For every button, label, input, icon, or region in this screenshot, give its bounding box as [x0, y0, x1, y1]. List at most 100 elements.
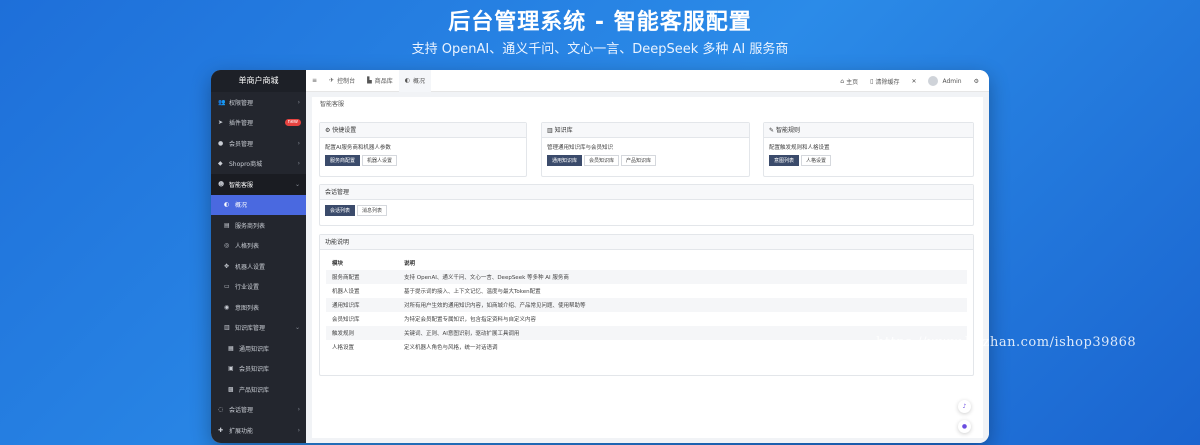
table-cell: 支持 OpenAI、通义千问、文心一言、DeepSeek 等多种 AI 服务商: [398, 270, 967, 284]
tab-label: 控制台: [337, 78, 356, 85]
table-row: 通用知识库 对所有用户生效的通用知识内容，如商城介绍、产品常见问题、使用帮助等: [326, 298, 967, 312]
persona-settings-button[interactable]: 人格设置: [801, 155, 832, 166]
sidebar-item-general-kb[interactable]: ▦ 通用知识库: [211, 338, 306, 359]
sidebar-item-smart-service[interactable]: ☻ 智能客服 ⌄: [211, 174, 306, 195]
tab-overview[interactable]: ◐ 概况: [398, 70, 431, 92]
chevron-down-icon: ⌄: [294, 180, 300, 188]
fullscreen-icon[interactable]: ✕: [905, 70, 922, 92]
message-list-button[interactable]: 消息列表: [357, 205, 388, 216]
table-cell: 基于提示词的接入、上下文记忆、温度与最大Token配置: [404, 289, 541, 295]
provider-config-button[interactable]: 服务商配置: [325, 155, 361, 166]
book-icon: ▥: [224, 324, 230, 332]
tag-icon: ▭: [224, 283, 230, 291]
sidebar-item-extensions[interactable]: ✚ 扩展功能 ›: [211, 420, 306, 441]
sidebar-item-overview[interactable]: ◐ 概况: [211, 194, 306, 215]
user-name: Admin: [942, 77, 962, 85]
topbar-right: ⌂ 主页 ▯ 清除缓存 ✕ Admin ⚙: [834, 70, 985, 92]
sidebar-item-sessions[interactable]: ◌ 会话管理 ›: [211, 400, 306, 421]
tab-products[interactable]: ▙ 商品库: [361, 70, 399, 92]
watermark: https://www.huzhan.com/ishop39868: [876, 335, 1137, 350]
list-icon: ▤: [224, 221, 230, 229]
column-header: 模块: [332, 261, 344, 267]
card-description: 管理通用知识库与会员知识: [547, 145, 614, 151]
session-list-button[interactable]: 会话列表: [325, 205, 356, 216]
puzzle-icon: ✚: [218, 426, 224, 434]
sidebar-item-label: 机器人设置: [235, 263, 266, 271]
sidebar-item-label: 会员管理: [229, 140, 254, 148]
sidebar-item-personas[interactable]: ◎ 人格列表: [211, 236, 306, 257]
card-title: 知识库: [554, 127, 573, 134]
home-link[interactable]: ⌂ 主页: [834, 70, 864, 92]
card-header: ✎ 智能规则: [764, 123, 973, 138]
sidebar-item-label: 概况: [235, 202, 248, 210]
tab-console[interactable]: ✈ 控制台: [323, 70, 361, 92]
sidebar-item-label: 智能客服: [229, 181, 254, 189]
member-kb-button[interactable]: 会员知识库: [584, 155, 620, 166]
sidebar-item-product-kb[interactable]: ▩ 产品知识库: [211, 379, 306, 400]
trash-icon: ▯: [870, 77, 874, 85]
chat-icon: ◌: [218, 406, 224, 414]
table-header-row: 模块 说明: [326, 256, 967, 270]
shop-icon: ▙: [367, 77, 372, 84]
chevron-right-icon: ›: [297, 426, 300, 434]
sidebar-item-label: 扩展功能: [229, 427, 254, 435]
sidebar-item-label: 权限管理: [229, 99, 254, 107]
app-window: 单商户商城 👥 权限管理 › ➤ 插件管理 new ● 会员管理 › ◆ Sho…: [211, 70, 989, 443]
table-cell: 对所有用户生效的通用知识内容，如商城介绍、产品常见问题、使用帮助等: [398, 298, 967, 312]
sidebar-item-label: 会话管理: [229, 407, 254, 415]
knowledge-card: ▥ 知识库 管理通用知识库与会员知识 通用知识库 会员知识库 产品知识库: [541, 122, 750, 177]
sidebar-item-industry[interactable]: ▭ 行业设置: [211, 277, 306, 298]
sidebar-item-robot-settings[interactable]: ✥ 机器人设置: [211, 256, 306, 277]
card-header: 会话管理: [320, 185, 973, 200]
menu-toggle-icon[interactable]: ≡: [306, 70, 323, 92]
content-panel: ⚙ 快捷设置 配置AI服务商和机器人参数 服务商配置 机器人设置 ▥ 知识库 管…: [312, 108, 983, 438]
product-kb-button[interactable]: 产品知识库: [621, 155, 657, 166]
card-title: 快捷设置: [332, 127, 357, 134]
table-row: 机器人设置 基于提示词的接入、上下文记忆、温度与最大Token配置: [326, 284, 967, 298]
sidebar-item-plugins[interactable]: ➤ 插件管理 new: [211, 113, 306, 134]
table-cell: 为特定会员配置专属知识，包含指定资料与自定义内容: [404, 317, 537, 323]
book-icon: ▦: [228, 344, 234, 352]
sidebar-item-label: 插件管理: [229, 120, 254, 128]
card-description: 配置触发规则和人格设置: [769, 145, 830, 151]
card-title: 智能规则: [775, 127, 800, 134]
features-card: 功能说明 模块 说明 服务商配置 支持 OpenAI、通义千问、文心一言、Dee…: [319, 234, 974, 376]
intent-list-button[interactable]: 意图列表: [769, 155, 800, 166]
sidebar-item-label: 意图列表: [235, 304, 260, 312]
sidebar-item-label: 通用知识库: [239, 345, 270, 353]
table-cell: 人格设置: [332, 345, 355, 351]
sidebar-item-members[interactable]: ● 会员管理 ›: [211, 133, 306, 154]
sidebar-item-permissions[interactable]: 👥 权限管理 ›: [211, 92, 306, 113]
sidebar-item-label: 服务商列表: [235, 222, 266, 230]
rocket-icon: ➤: [218, 119, 224, 127]
sidebar-item-shopro[interactable]: ◆ Shopro商城 ›: [211, 154, 306, 175]
tab-label: 商品库: [374, 78, 393, 85]
sidebar-item-knowledge[interactable]: ▥ 知识库管理 ⌄: [211, 318, 306, 339]
chat-bubble-icon[interactable]: ●: [958, 420, 971, 433]
dashboard-icon: ◐: [404, 77, 410, 84]
table-row: 会员知识库 为特定会员配置专属知识，包含指定资料与自定义内容: [326, 312, 967, 326]
sidebar-item-intents[interactable]: ◉ 意图列表: [211, 297, 306, 318]
dashboard-icon: ◐: [224, 201, 230, 209]
sidebar-item-member-kb[interactable]: ▣ 会员知识库: [211, 359, 306, 380]
clear-cache-button[interactable]: ▯ 清除缓存: [864, 70, 905, 92]
user-menu[interactable]: Admin: [922, 70, 967, 92]
sidebar: 单商户商城 👥 权限管理 › ➤ 插件管理 new ● 会员管理 › ◆ Sho…: [211, 70, 306, 443]
sidebar-item-providers[interactable]: ▤ 服务商列表: [211, 215, 306, 236]
bell-icon[interactable]: ♪: [958, 400, 971, 413]
sidebar-item-label: 行业设置: [235, 284, 260, 292]
shop-icon: ◆: [218, 160, 223, 168]
card-header: ▥ 知识库: [542, 123, 749, 138]
table-cell: 机器人设置: [332, 289, 360, 295]
chevron-down-icon: ⌄: [294, 324, 300, 332]
robot-icon: ☻: [218, 180, 225, 188]
settings-icon[interactable]: ⚙: [968, 70, 985, 92]
table-cell: 触发规则: [326, 326, 398, 340]
robot-settings-button[interactable]: 机器人设置: [362, 155, 398, 166]
user-circle-icon: ◎: [224, 242, 230, 250]
grid-icon: ▩: [228, 385, 234, 393]
table-cell: 通用知识库: [326, 298, 398, 312]
hero-title: 后台管理系统 - 智能客服配置: [448, 10, 752, 35]
general-kb-button[interactable]: 通用知识库: [547, 155, 583, 166]
column-header: 说明: [404, 261, 416, 267]
